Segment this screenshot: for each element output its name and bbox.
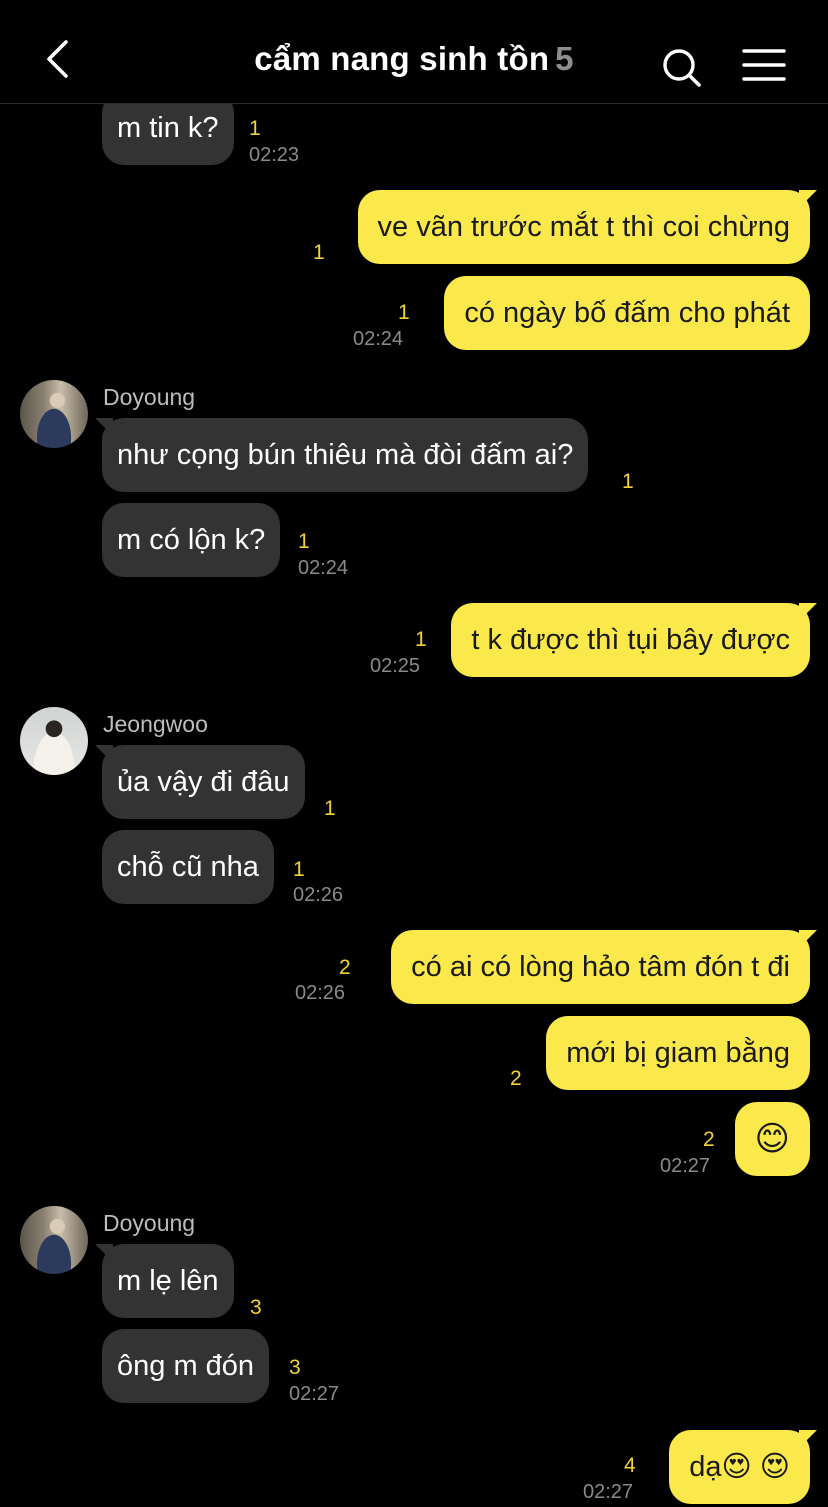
incoming-message-bubble[interactable]: m có lộn k? [102,503,281,577]
chat-header: cẩm nang sinh tồn 5 [0,0,828,104]
outgoing-message-bubble[interactable]: mới bị giam bằng [546,1016,810,1090]
unread-count: 3 [250,1296,262,1319]
message-text: 😊 [754,1120,790,1158]
unread-count: 1 [398,301,410,324]
sender-name: Doyoung [103,1210,196,1236]
message-text: có ai có lòng hảo tâm đón t đi [411,951,790,983]
search-icon [663,49,701,87]
message-timestamp: 02:27 [289,1383,340,1405]
incoming-message-bubble[interactable]: ông m đón [102,1329,270,1403]
search-button[interactable] [660,46,704,90]
incoming-message-bubble[interactable]: ủa vậy đi đâu [95,745,305,819]
message-timestamp: 02:27 [583,1481,634,1503]
unread-count: 2 [339,956,351,979]
message-text: chỗ cũ nha [117,851,259,883]
chat-room-name: cẩm nang sinh tồn [254,40,550,77]
sender-name: Doyoung [103,384,196,410]
menu-button[interactable] [742,48,786,84]
unread-count: 1 [249,117,261,140]
unread-count: 1 [298,530,310,553]
unread-count: 1 [313,241,325,264]
unread-count: 1 [293,858,305,881]
message-text: t k được thì tụi bây được [471,624,790,656]
message-text: dạ😍 😍 [689,1451,790,1483]
incoming-message-bubble[interactable]: chỗ cũ nha [102,830,274,904]
outgoing-message-bubble[interactable]: 😊 [734,1102,810,1176]
message-timestamp: 02:24 [353,328,404,350]
message-timestamp: 02:24 [298,557,349,579]
incoming-message-bubble[interactable]: như cọng bún thiêu mà đòi đấm ai? [94,418,589,492]
message-text: m tin k? [117,112,219,144]
unread-count: 4 [624,1454,636,1477]
message-text: như cọng bún thiêu mà đòi đấm ai? [117,439,574,471]
member-count: 5 [555,40,574,77]
message-text: m có lộn k? [117,524,266,556]
avatar-doyoung[interactable] [20,1206,88,1274]
message-text: mới bị giam bằng [566,1037,790,1069]
avatar-doyoung[interactable] [20,380,88,448]
message-text: m lẹ lên [117,1265,219,1297]
outgoing-message-bubble[interactable]: có ngày bố đấm cho phát [444,276,810,350]
outgoing-message-bubble[interactable]: t k được thì tụi bây được [451,603,817,677]
outgoing-message-bubble[interactable]: có ai có lòng hảo tâm đón t đi [391,930,817,1004]
message-timestamp: 02:26 [293,884,344,906]
unread-count: 2 [510,1067,522,1090]
message-timestamp: 02:27 [660,1155,711,1177]
message-timestamp: 02:25 [370,655,421,677]
incoming-message-bubble[interactable]: m lẹ lên [95,1244,234,1318]
message-timestamp: 02:26 [295,982,346,1004]
outgoing-message-bubble[interactable]: dạ😍 😍 [669,1430,817,1504]
message-text: có ngày bố đấm cho phát [464,297,790,329]
hamburger-menu-icon [742,49,786,81]
unread-count: 3 [289,1356,301,1379]
incoming-message-bubble[interactable]: m tin k? [102,104,234,165]
unread-count: 1 [622,470,634,493]
unread-count: 1 [415,628,427,651]
message-text: ông m đón [117,1350,255,1382]
avatar-jeongwoo[interactable] [20,707,88,775]
message-list[interactable]: m tin k? 1 02:23 ve vãn trước mắt t thì … [0,104,828,1507]
unread-count: 2 [703,1128,715,1151]
unread-count: 1 [324,797,336,820]
message-text: ve vãn trước mắt t thì coi chừng [377,211,790,243]
outgoing-message-bubble[interactable]: ve vãn trước mắt t thì coi chừng [357,190,818,264]
message-text: ủa vậy đi đâu [117,766,290,798]
sender-name: Jeongwoo [103,711,208,737]
message-timestamp: 02:23 [249,144,300,166]
